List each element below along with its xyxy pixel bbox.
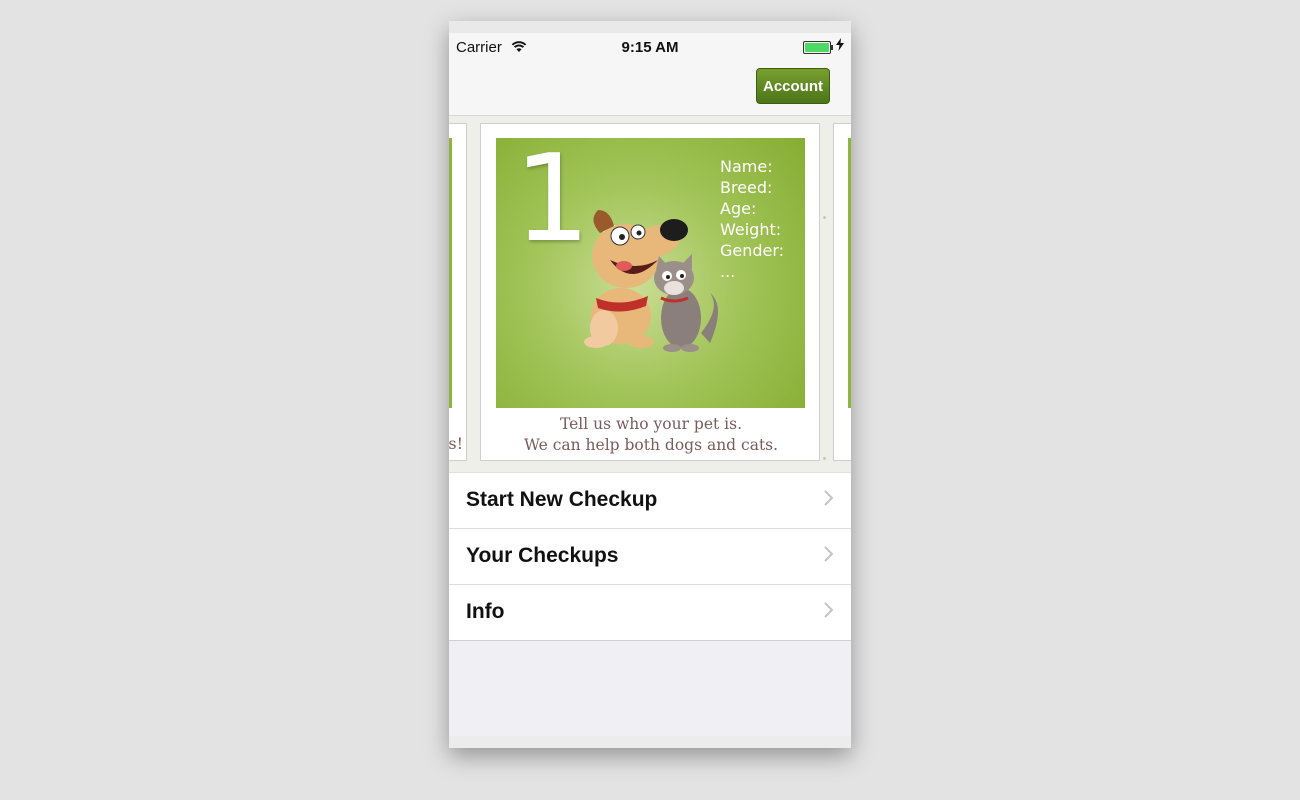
- menu-item-start-new-checkup[interactable]: Start New Checkup: [449, 473, 851, 529]
- card-caption: Tell us who your pet is. We can help bot…: [481, 414, 821, 456]
- battery-icon: [803, 41, 831, 54]
- field-label: Breed:: [720, 178, 773, 197]
- carousel-card-next[interactable]: [833, 123, 851, 461]
- carousel-card-previous[interactable]: os!: [449, 123, 467, 461]
- menu-item-label: Your Checkups: [466, 544, 619, 567]
- field-label: Age:: [720, 199, 757, 218]
- battery-cap: [831, 45, 833, 50]
- card-image-edge: [449, 138, 452, 408]
- phone-screen: Carrier 9:15 AM Account os! 1.: [449, 21, 851, 748]
- field-label: ...: [720, 262, 736, 281]
- status-time: 9:15 AM: [621, 39, 679, 56]
- pet-info-fields: Name: Breed: Age: Weight: Gender: ...: [720, 156, 784, 282]
- navigation-bar: Account: [449, 60, 851, 116]
- decor-dot: [823, 457, 826, 460]
- carousel-card-current[interactable]: 1. Name: Breed: Age: Weight: Gender: ...…: [480, 123, 820, 461]
- card-image-edge: [848, 138, 851, 408]
- menu-item-info[interactable]: Info: [449, 585, 851, 641]
- chevron-right-icon: [824, 602, 834, 623]
- chevron-right-icon: [824, 490, 834, 511]
- menu-item-your-checkups[interactable]: Your Checkups: [449, 529, 851, 585]
- menu-item-label: Info: [466, 600, 505, 623]
- top-strip: [449, 21, 851, 33]
- field-label: Gender:: [720, 241, 785, 260]
- menu-item-label: Start New Checkup: [466, 488, 658, 511]
- card-caption-fragment: os!: [449, 434, 463, 453]
- status-bar: Carrier 9:15 AM: [449, 33, 851, 60]
- caption-line-2: We can help both dogs and cats.: [523, 436, 779, 454]
- charging-bolt-icon: [836, 38, 844, 54]
- bottom-strip: [449, 736, 851, 748]
- main-menu: Start New Checkup Your Checkups Info: [449, 472, 851, 641]
- decor-dot: [823, 216, 826, 219]
- field-label: Weight:: [720, 220, 782, 239]
- caption-line-1: Tell us who your pet is.: [559, 415, 743, 433]
- account-button[interactable]: Account: [756, 68, 830, 104]
- dog-and-cat-illustration: 1. Name: Breed: Age: Weight: Gender: ...: [496, 138, 805, 408]
- step-carousel[interactable]: os! 1.: [449, 116, 851, 472]
- field-label: Name:: [720, 157, 773, 176]
- chevron-right-icon: [824, 546, 834, 567]
